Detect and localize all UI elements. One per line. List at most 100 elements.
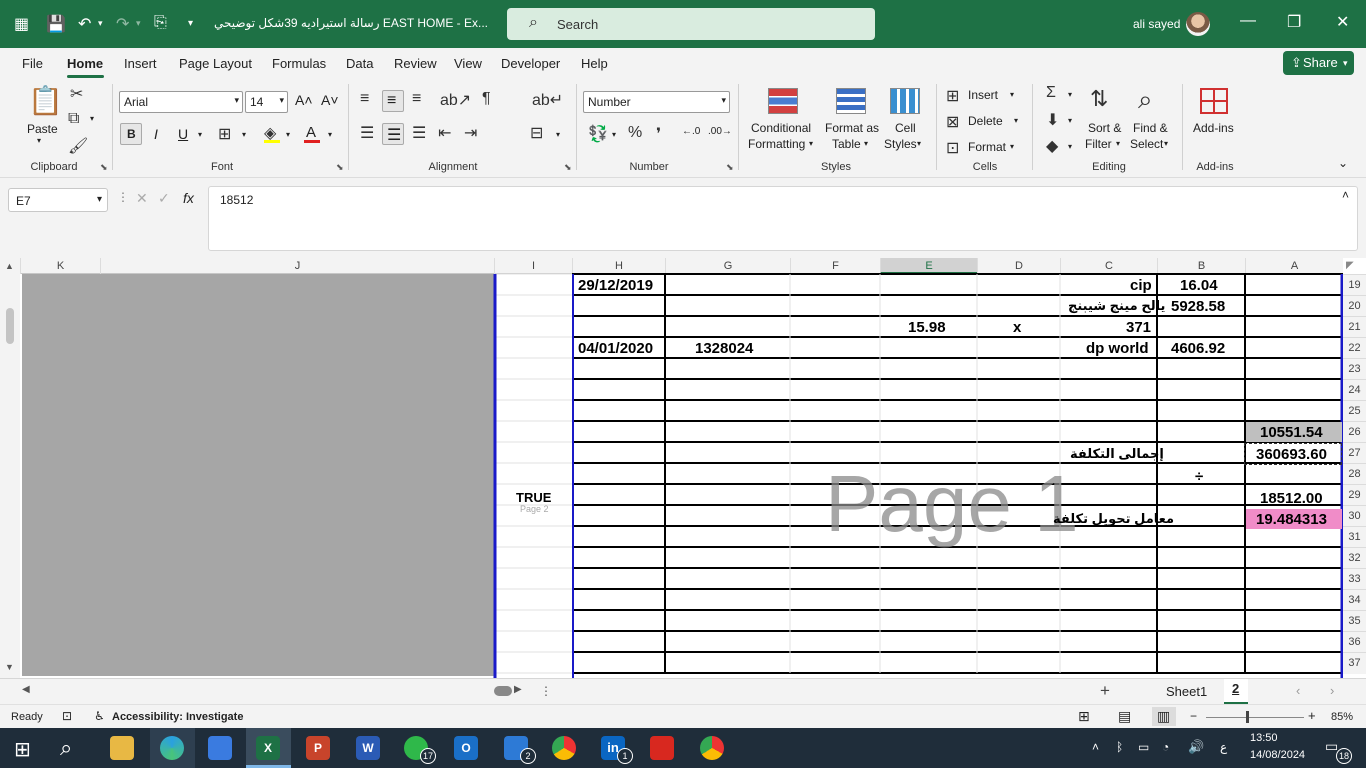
search-box[interactable]: ⌕ Search bbox=[507, 8, 875, 40]
chevron-down-icon[interactable]: ▾ bbox=[1014, 116, 1018, 125]
accessibility-status[interactable]: Accessibility: Investigate bbox=[112, 711, 243, 723]
format-as-table-icon[interactable] bbox=[836, 88, 866, 114]
zoom-in-icon[interactable]: + bbox=[1308, 708, 1316, 723]
input-language[interactable]: ع bbox=[1220, 740, 1227, 754]
bluetooth-icon[interactable]: ᛒ bbox=[1116, 740, 1123, 754]
page-layout-view-icon[interactable]: ▤ bbox=[1118, 708, 1131, 725]
align-center-button[interactable]: ☰ bbox=[382, 123, 404, 145]
format-painter-icon[interactable]: 🖌 bbox=[68, 136, 88, 156]
sort-filter-label2[interactable]: Filter bbox=[1085, 137, 1112, 151]
menu-formulas[interactable]: Formulas bbox=[272, 56, 326, 71]
decrease-decimal-icon[interactable]: .00→ bbox=[708, 126, 732, 137]
align-right-icon[interactable]: ☰ bbox=[412, 123, 426, 143]
format-cells-label[interactable]: Format bbox=[968, 140, 1006, 154]
merge-dropdown-icon[interactable]: ▾ bbox=[556, 130, 560, 139]
row-header-27[interactable]: 27 bbox=[1343, 442, 1366, 463]
italic-button[interactable]: I bbox=[154, 126, 158, 142]
cell-h19[interactable]: 29/12/2019 bbox=[578, 277, 653, 294]
cell-c22[interactable]: dp world bbox=[1086, 340, 1149, 357]
add-ins-icon[interactable] bbox=[1200, 88, 1228, 114]
row-header-19[interactable]: 19 bbox=[1343, 274, 1366, 295]
chevron-down-icon[interactable]: ▾ bbox=[1010, 90, 1014, 99]
format-as-table-label2[interactable]: Table bbox=[832, 137, 861, 151]
collapse-ribbon-icon[interactable]: ⌄ bbox=[1338, 156, 1348, 170]
cell-c20[interactable]: يالح مينج شيبنج bbox=[1068, 298, 1165, 314]
find-select-label[interactable]: Find & bbox=[1133, 121, 1168, 135]
percent-icon[interactable]: % bbox=[628, 124, 642, 142]
zoom-level[interactable]: 85% bbox=[1331, 711, 1353, 723]
wrap-text-icon[interactable]: ab↵ bbox=[532, 90, 563, 110]
increase-decimal-icon[interactable]: ←.0 bbox=[682, 126, 700, 137]
cell-e21[interactable]: 15.98 bbox=[908, 319, 946, 336]
menu-file[interactable]: File bbox=[22, 56, 43, 71]
orientation-icon[interactable]: ab↗ bbox=[440, 90, 471, 110]
comma-style-icon[interactable]: ❜ bbox=[656, 124, 661, 144]
menu-page-layout[interactable]: Page Layout bbox=[179, 56, 252, 71]
format-as-table-label[interactable]: Format as bbox=[825, 121, 879, 135]
excel-taskbar-icon[interactable]: X bbox=[256, 736, 280, 760]
row-header-22[interactable]: 22 bbox=[1343, 337, 1366, 358]
restore-icon[interactable]: ❐ bbox=[1287, 12, 1301, 32]
cell-i29[interactable]: TRUE bbox=[516, 490, 551, 505]
zoom-out-icon[interactable]: − bbox=[1190, 709, 1197, 723]
cell-b28[interactable]: ÷ bbox=[1195, 468, 1203, 485]
outlook-icon[interactable]: O bbox=[454, 736, 478, 760]
chevron-down-icon[interactable]: ▾ bbox=[809, 139, 813, 148]
add-ins-label[interactable]: Add-ins bbox=[1193, 121, 1234, 135]
cell-styles-label2[interactable]: Styles bbox=[884, 137, 917, 151]
page-break-view-button[interactable]: ▥ bbox=[1152, 707, 1176, 726]
number-launcher-icon[interactable]: ⬊ bbox=[726, 162, 734, 173]
add-sheet-icon[interactable]: + bbox=[1100, 681, 1110, 701]
edge-browser-icon[interactable] bbox=[160, 736, 184, 760]
normal-view-icon[interactable]: ⊞ bbox=[1078, 708, 1090, 725]
text-direction-icon[interactable]: ¶ bbox=[482, 90, 491, 108]
find-select-icon[interactable]: ⌕ bbox=[1138, 84, 1153, 116]
chevron-down-icon[interactable]: ▾ bbox=[1010, 142, 1014, 151]
cell-d21[interactable]: x bbox=[1013, 319, 1021, 336]
fill-dropdown-icon[interactable]: ▾ bbox=[286, 130, 290, 139]
delete-cells-icon[interactable]: ⊠ bbox=[946, 112, 959, 132]
merge-center-icon[interactable]: ⊟ bbox=[530, 123, 543, 143]
row-header-33[interactable]: 33 bbox=[1343, 568, 1366, 589]
sort-filter-icon[interactable]: ⇅ bbox=[1090, 86, 1108, 112]
next-sheet-icon[interactable]: › bbox=[1330, 683, 1334, 698]
acrobat-icon[interactable] bbox=[650, 736, 674, 760]
taskbar-search-icon[interactable]: ⌕ bbox=[60, 735, 72, 761]
cell-b22[interactable]: 4606.92 bbox=[1171, 340, 1225, 357]
share-button[interactable]: ⇪ Share ▾ bbox=[1283, 51, 1354, 75]
autosum-icon[interactable]: Σ bbox=[1046, 84, 1056, 102]
cell-b19[interactable]: 16.04 bbox=[1180, 277, 1218, 294]
clock-time[interactable]: 13:50 bbox=[1250, 732, 1278, 744]
accessibility-icon[interactable]: ♿ bbox=[94, 709, 105, 723]
prev-sheet-icon[interactable]: ‹ bbox=[1296, 683, 1300, 698]
zoom-slider-track[interactable] bbox=[1206, 717, 1304, 718]
enter-icon[interactable]: ✓ bbox=[158, 190, 170, 207]
cell-h22[interactable]: 04/01/2020 bbox=[578, 340, 653, 357]
borders-dropdown-icon[interactable]: ▾ bbox=[242, 130, 246, 139]
zoom-slider-thumb[interactable] bbox=[1246, 711, 1249, 723]
volume-icon[interactable]: 🔊 bbox=[1188, 739, 1204, 755]
file-explorer-icon[interactable] bbox=[110, 736, 134, 760]
row-header-32[interactable]: 32 bbox=[1343, 547, 1366, 568]
cell-c21[interactable]: 371 bbox=[1126, 319, 1151, 336]
copy-icon[interactable]: ⧉ bbox=[68, 110, 79, 128]
align-left-icon[interactable]: ☰ bbox=[360, 123, 374, 143]
cell-styles-icon[interactable] bbox=[890, 88, 920, 114]
row-header-24[interactable]: 24 bbox=[1343, 379, 1366, 400]
cell-c27[interactable]: إجمالى التكلفة bbox=[1070, 446, 1164, 462]
menu-developer[interactable]: Developer bbox=[501, 56, 560, 71]
clipboard-launcher-icon[interactable]: ⬊ bbox=[100, 162, 108, 173]
cell-a30[interactable]: 19.484313 bbox=[1256, 511, 1327, 528]
chevron-down-icon[interactable]: ▾ bbox=[1164, 139, 1168, 148]
chevron-down-icon[interactable]: ▾ bbox=[1068, 116, 1072, 125]
chrome-icon[interactable] bbox=[552, 736, 576, 760]
underline-button[interactable]: U bbox=[178, 126, 188, 142]
format-cells-icon[interactable]: ⊡ bbox=[946, 138, 959, 158]
insert-cells-label[interactable]: Insert bbox=[968, 88, 998, 102]
row-header-28[interactable]: 28 bbox=[1343, 463, 1366, 484]
align-bottom-icon[interactable]: ≡ bbox=[412, 90, 421, 108]
more-options-icon[interactable]: ⋮ bbox=[117, 190, 129, 204]
increase-font-icon[interactable]: A˄ bbox=[295, 92, 313, 108]
conditional-formatting-icon[interactable] bbox=[768, 88, 798, 114]
insert-cells-icon[interactable]: ⊞ bbox=[946, 86, 959, 106]
